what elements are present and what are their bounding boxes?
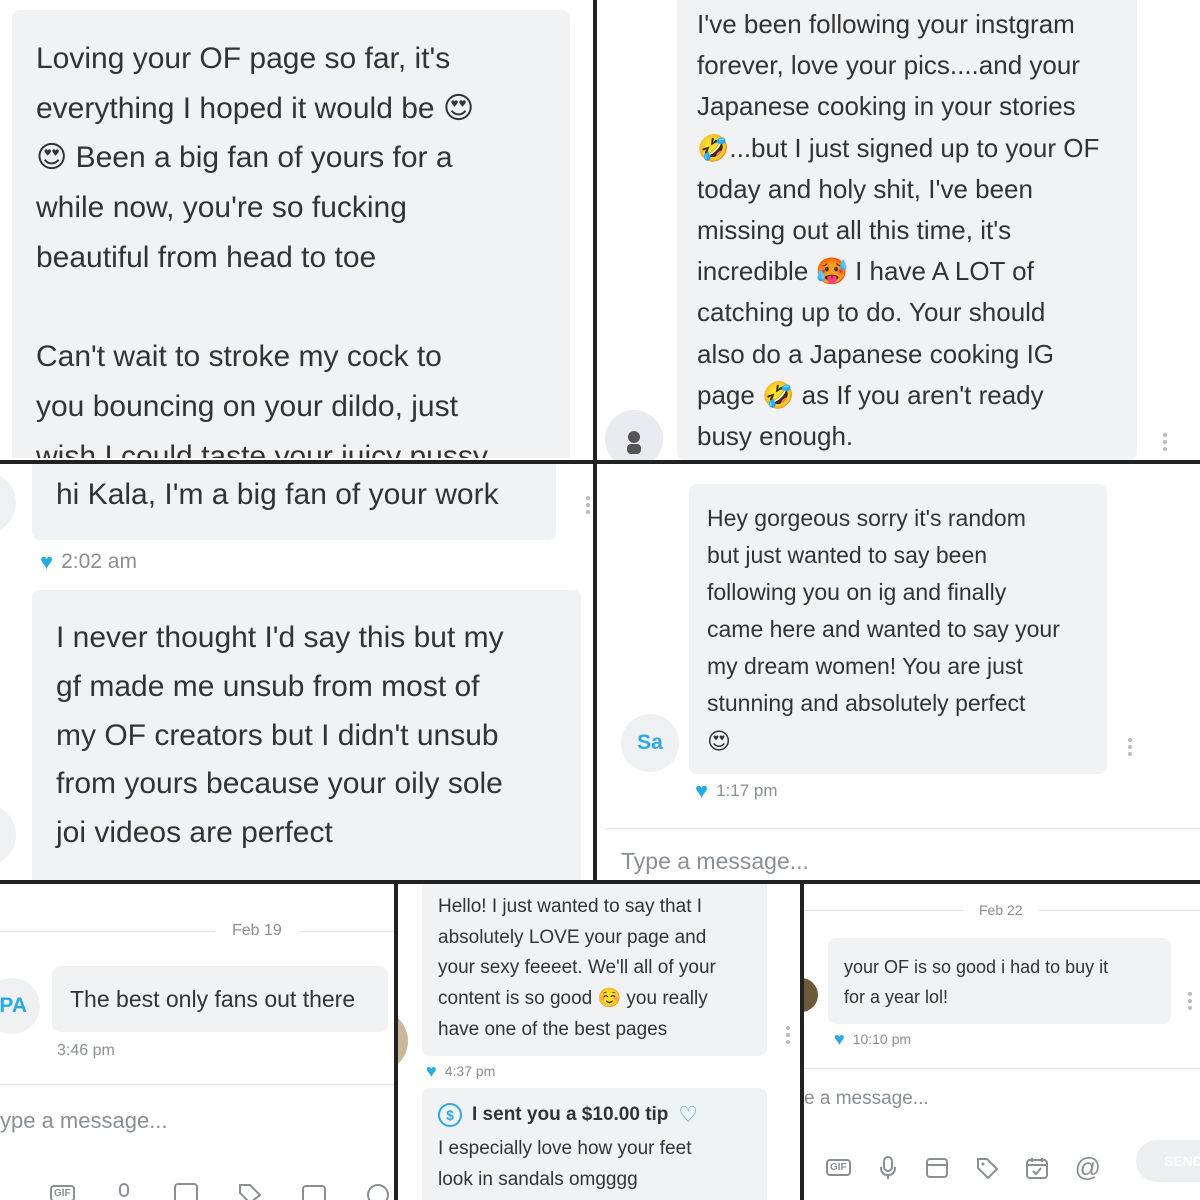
message-time: 4:37 pm xyxy=(444,1063,496,1079)
microphone-icon[interactable] xyxy=(877,1155,899,1181)
more-options-icon[interactable] xyxy=(1128,738,1134,756)
avatar[interactable] xyxy=(0,804,16,866)
heart-outline-icon[interactable]: ♡ xyxy=(678,1102,698,1128)
message-text: The best only fans out there xyxy=(70,986,356,1012)
collage-border xyxy=(0,880,1200,884)
message-meta: ♥ 1:17 pm xyxy=(695,780,778,802)
date-divider-line xyxy=(0,931,215,932)
message-toolbar: GIF @ xyxy=(826,1152,1101,1183)
panel-7: Feb 22 your OF is so good i had to buy i… xyxy=(804,884,1200,1200)
person-icon xyxy=(627,431,641,454)
heart-icon[interactable]: ♥ xyxy=(834,1030,845,1048)
message-text: I never thought I'd say this but my gf m… xyxy=(56,621,504,850)
calendar-icon[interactable] xyxy=(1025,1156,1049,1180)
dollar-icon: $ xyxy=(438,1103,462,1127)
collage-border xyxy=(394,884,398,1200)
avatar[interactable] xyxy=(0,472,16,534)
calendar-icon[interactable] xyxy=(301,1182,327,1200)
tip-text: I sent you a $10.00 tip xyxy=(472,1104,669,1125)
message-bubble: The best only fans out there xyxy=(52,966,388,1032)
message-text: Hello! I just wanted to say that I absol… xyxy=(438,896,716,1040)
date-divider-line xyxy=(300,931,394,932)
more-options-icon[interactable] xyxy=(1163,433,1169,451)
send-label: SEND xyxy=(1164,1153,1200,1169)
message-meta: 3:46 pm xyxy=(57,1042,115,1060)
date-label: Feb 22 xyxy=(979,902,1023,918)
message-bubble: your OF is so good i had to buy it for a… xyxy=(828,938,1171,1024)
collage-border xyxy=(800,884,804,1200)
message-time: 2:02 am xyxy=(61,550,137,573)
message-meta: ♥ 10:10 pm xyxy=(834,1030,911,1048)
avatar[interactable] xyxy=(398,1010,408,1072)
divider xyxy=(804,1068,1200,1069)
message-bubble: Loving your OF page so far, it's everyth… xyxy=(12,10,570,458)
mention-icon[interactable]: @ xyxy=(1075,1152,1101,1183)
message-text: Loving your OF page so far, it's everyth… xyxy=(36,42,488,458)
more-options-icon[interactable] xyxy=(786,1026,792,1044)
panel-2: I've been following your instgram foreve… xyxy=(597,0,1200,460)
message-bubble: I've been following your instgram foreve… xyxy=(677,0,1137,460)
mention-icon[interactable] xyxy=(365,1182,391,1200)
date-label: Feb 19 xyxy=(232,922,282,939)
message-text: Hey gorgeous sorry it's random but just … xyxy=(707,505,1060,754)
message-time: 3:46 pm xyxy=(57,1042,115,1059)
gif-icon[interactable]: GIF xyxy=(50,1184,75,1200)
message-text: your OF is so good i had to buy it for a… xyxy=(844,957,1109,1007)
message-time: 1:17 pm xyxy=(716,781,778,800)
heart-icon[interactable]: ♥ xyxy=(426,1062,437,1080)
more-options-icon[interactable] xyxy=(586,496,592,514)
microphone-icon[interactable] xyxy=(113,1182,135,1200)
heart-icon[interactable]: ♥ xyxy=(40,551,53,573)
tip-message-bubble: $ I sent you a $10.00 tip ♡ I especially… xyxy=(422,1088,767,1200)
message-toolbar: GIF xyxy=(50,1182,391,1200)
divider xyxy=(0,1084,394,1085)
avatar[interactable]: PA xyxy=(0,978,40,1034)
price-tag-icon[interactable] xyxy=(975,1156,999,1180)
collage-border xyxy=(0,460,1200,464)
divider xyxy=(605,828,1200,829)
heart-icon[interactable]: ♥ xyxy=(695,780,708,802)
date-divider-line xyxy=(804,910,964,911)
message-bubble: Hey gorgeous sorry it's random but just … xyxy=(689,484,1107,774)
panel-1: Loving your OF page so far, it's everyth… xyxy=(0,0,593,458)
message-meta: ♥ 2:02 am xyxy=(40,550,137,574)
message-meta: ♥ 4:37 pm xyxy=(426,1062,495,1080)
media-icon[interactable] xyxy=(173,1182,199,1200)
send-button[interactable]: SEND xyxy=(1136,1140,1200,1182)
message-input[interactable]: Type a message... xyxy=(621,848,809,875)
message-input[interactable]: e a message... xyxy=(804,1088,929,1110)
message-bubble: I never thought I'd say this but my gf m… xyxy=(32,590,581,880)
avatar[interactable]: Sa xyxy=(621,714,679,772)
message-bubble: Hello! I just wanted to say that I absol… xyxy=(422,884,767,1056)
more-options-icon[interactable] xyxy=(1188,992,1194,1010)
avatar[interactable] xyxy=(605,410,663,460)
tip-header: $ I sent you a $10.00 tip ♡ xyxy=(438,1102,751,1128)
message-text: I've been following your instgram foreve… xyxy=(697,9,1100,452)
media-icon[interactable] xyxy=(925,1157,949,1179)
panel-6: Hello! I just wanted to say that I absol… xyxy=(398,884,800,1200)
avatar[interactable] xyxy=(804,978,818,1012)
panel-5: Feb 19 PA The best only fans out there 3… xyxy=(0,884,394,1200)
panel-4: Hey gorgeous sorry it's random but just … xyxy=(597,464,1200,880)
message-text: hi Kala, I'm a big fan of your work xyxy=(56,478,499,511)
tip-message-text: I especially love how your feet look in … xyxy=(438,1138,692,1190)
price-tag-icon[interactable] xyxy=(237,1182,263,1200)
message-input[interactable]: ype a message... xyxy=(0,1108,168,1134)
message-time: 10:10 pm xyxy=(852,1031,912,1047)
gif-icon[interactable]: GIF xyxy=(826,1159,851,1176)
collage-border xyxy=(593,0,597,884)
message-bubble: hi Kala, I'm a big fan of your work xyxy=(32,464,556,540)
panel-3: hi Kala, I'm a big fan of your work ♥ 2:… xyxy=(0,464,593,880)
date-divider-line xyxy=(1038,910,1200,911)
